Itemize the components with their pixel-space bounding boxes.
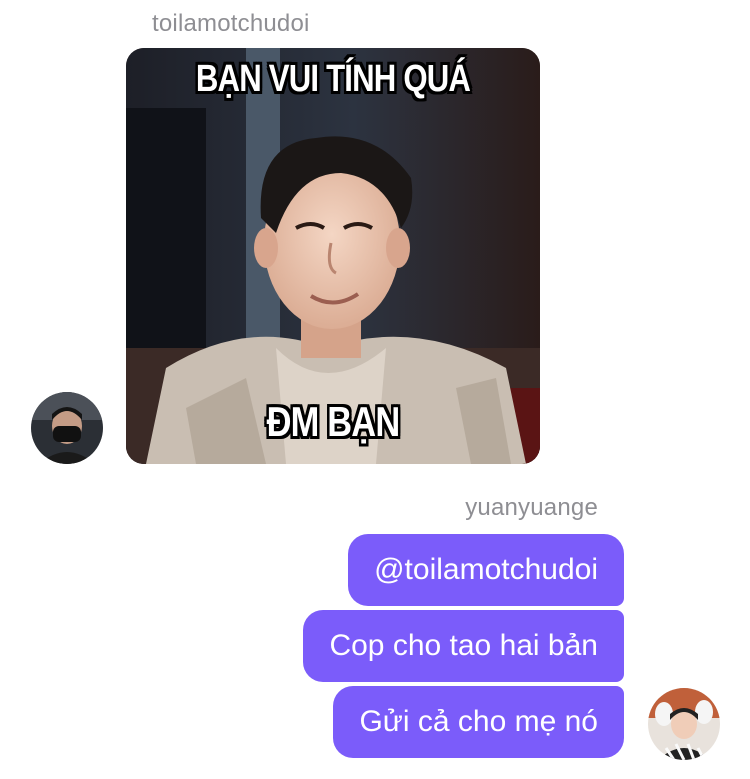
message-bubble[interactable]: Cop cho tao hai bản <box>303 610 624 682</box>
user-avatar-icon <box>648 688 720 760</box>
avatar[interactable] <box>648 688 720 760</box>
message-bubble[interactable]: Gửi cả cho mẹ nó <box>333 686 624 758</box>
meme-caption-bottom: ĐM BẠN <box>266 398 401 445</box>
user-avatar-icon <box>31 392 103 464</box>
meme-image-message[interactable]: BẠN VUI TÍNH QUÁ ĐM BẠN <box>126 48 540 464</box>
avatar[interactable] <box>31 392 103 464</box>
sender-name: yuanyuange <box>465 494 598 521</box>
sender-name: toilamotchudoi <box>152 10 310 37</box>
chat-thread: toilamotchudoi BẠN VUI TÍNH QUÁ ĐM BẠN y… <box>0 0 750 779</box>
message-bubble[interactable]: @toilamotchudoi <box>348 534 624 606</box>
meme-caption-top: BẠN VUI TÍNH QUÁ <box>195 58 471 100</box>
